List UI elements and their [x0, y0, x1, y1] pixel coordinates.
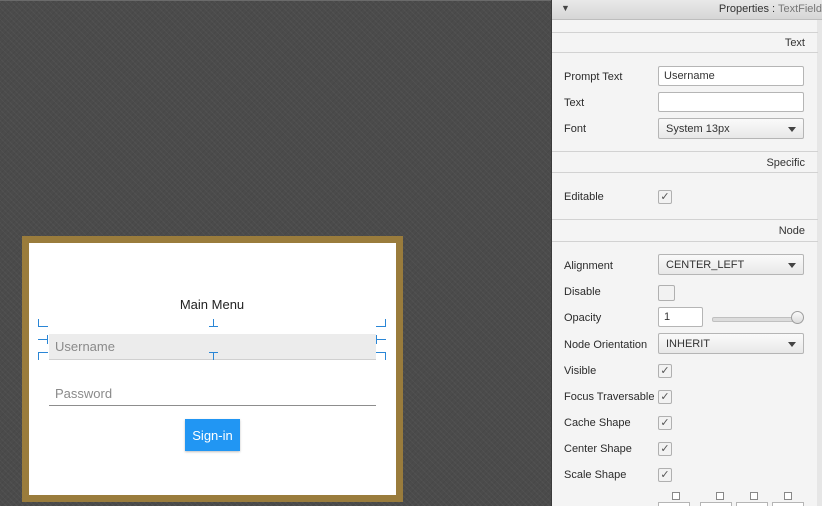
section-divider: [552, 32, 818, 33]
panel-scrollbar[interactable]: [817, 20, 822, 506]
prompt-text-input[interactable]: Username: [658, 66, 804, 86]
password-field[interactable]: Password: [49, 376, 376, 406]
text-label: Text: [564, 97, 585, 109]
checkmark-icon: ✓: [660, 417, 670, 429]
section-divider: [552, 219, 818, 220]
inset-lock-icon[interactable]: [750, 492, 758, 500]
preview-window-content: Main Menu Username Password Sign-in: [29, 243, 396, 495]
checkmark-icon: ✓: [660, 191, 670, 203]
node-orientation-value: INHERIT: [666, 338, 710, 350]
checkmark-icon: ✓: [660, 391, 670, 403]
inset-lock-icon[interactable]: [784, 492, 792, 500]
section-title-node[interactable]: Node: [779, 225, 805, 237]
prompt-text-label: Prompt Text: [564, 71, 623, 83]
visible-checkbox[interactable]: ✓: [658, 364, 672, 378]
inset-lock-icon[interactable]: [716, 492, 724, 500]
focus-traversable-label: Focus Traversable: [564, 391, 655, 403]
alignment-value: CENTER_LEFT: [666, 259, 745, 271]
font-label: Font: [564, 123, 587, 135]
main-menu-label[interactable]: Main Menu: [29, 297, 395, 312]
font-value: System 13px: [666, 123, 730, 135]
design-canvas[interactable]: Main Menu Username Password Sign-in: [0, 0, 551, 506]
inset-field[interactable]: [658, 502, 690, 506]
checkmark-icon: ✓: [660, 443, 670, 455]
inset-field[interactable]: [700, 502, 732, 506]
signin-button[interactable]: Sign-in: [185, 419, 240, 451]
disable-checkbox[interactable]: [658, 285, 675, 301]
node-orientation-dropdown[interactable]: INHERIT: [658, 333, 804, 354]
cache-shape-label: Cache Shape: [564, 417, 631, 429]
section-divider: [552, 172, 818, 173]
inset-field[interactable]: [772, 502, 804, 506]
opacity-slider-track[interactable]: [712, 317, 802, 322]
section-divider: [552, 241, 818, 242]
focus-traversable-checkbox[interactable]: ✓: [658, 390, 672, 404]
opacity-label: Opacity: [564, 312, 602, 324]
disable-label: Disable: [564, 286, 601, 298]
inset-field[interactable]: [736, 502, 768, 506]
scale-shape-checkbox[interactable]: ✓: [658, 468, 672, 482]
section-title-text[interactable]: Text: [785, 37, 805, 49]
properties-title: Properties : TextField: [718, 3, 822, 15]
text-input[interactable]: [658, 92, 804, 112]
chevron-down-icon: [788, 342, 796, 347]
editable-label: Editable: [564, 191, 604, 203]
preview-window-frame: Main Menu Username Password Sign-in: [22, 236, 403, 502]
section-divider: [552, 151, 818, 152]
chevron-down-icon: [788, 127, 796, 132]
scale-shape-label: Scale Shape: [564, 469, 627, 481]
inset-lock-icon[interactable]: [672, 492, 680, 500]
editable-checkbox[interactable]: ✓: [658, 190, 672, 204]
username-placeholder: Username: [55, 339, 115, 354]
alignment-dropdown[interactable]: CENTER_LEFT: [658, 254, 804, 275]
checkmark-icon: ✓: [660, 365, 670, 377]
section-divider: [552, 52, 818, 53]
center-shape-checkbox[interactable]: ✓: [658, 442, 672, 456]
opacity-slider-thumb[interactable]: [791, 311, 804, 324]
chevron-down-icon: [788, 263, 796, 268]
properties-header[interactable]: ▼ Properties : TextField: [552, 0, 822, 20]
visible-label: Visible: [564, 365, 597, 377]
cache-shape-checkbox[interactable]: ✓: [658, 416, 672, 430]
font-dropdown[interactable]: System 13px: [658, 118, 804, 139]
password-placeholder: Password: [55, 386, 113, 401]
node-orientation-label: Node Orientation: [564, 339, 648, 351]
center-shape-label: Center Shape: [564, 443, 632, 455]
triangle-down-icon[interactable]: ▼: [561, 3, 570, 13]
alignment-label: Alignment: [564, 260, 613, 272]
checkmark-icon: ✓: [660, 469, 670, 481]
opacity-input[interactable]: 1: [658, 307, 703, 327]
properties-panel: ▼ Properties : TextField Text Prompt Tex…: [551, 0, 822, 506]
section-title-specific[interactable]: Specific: [766, 157, 805, 169]
